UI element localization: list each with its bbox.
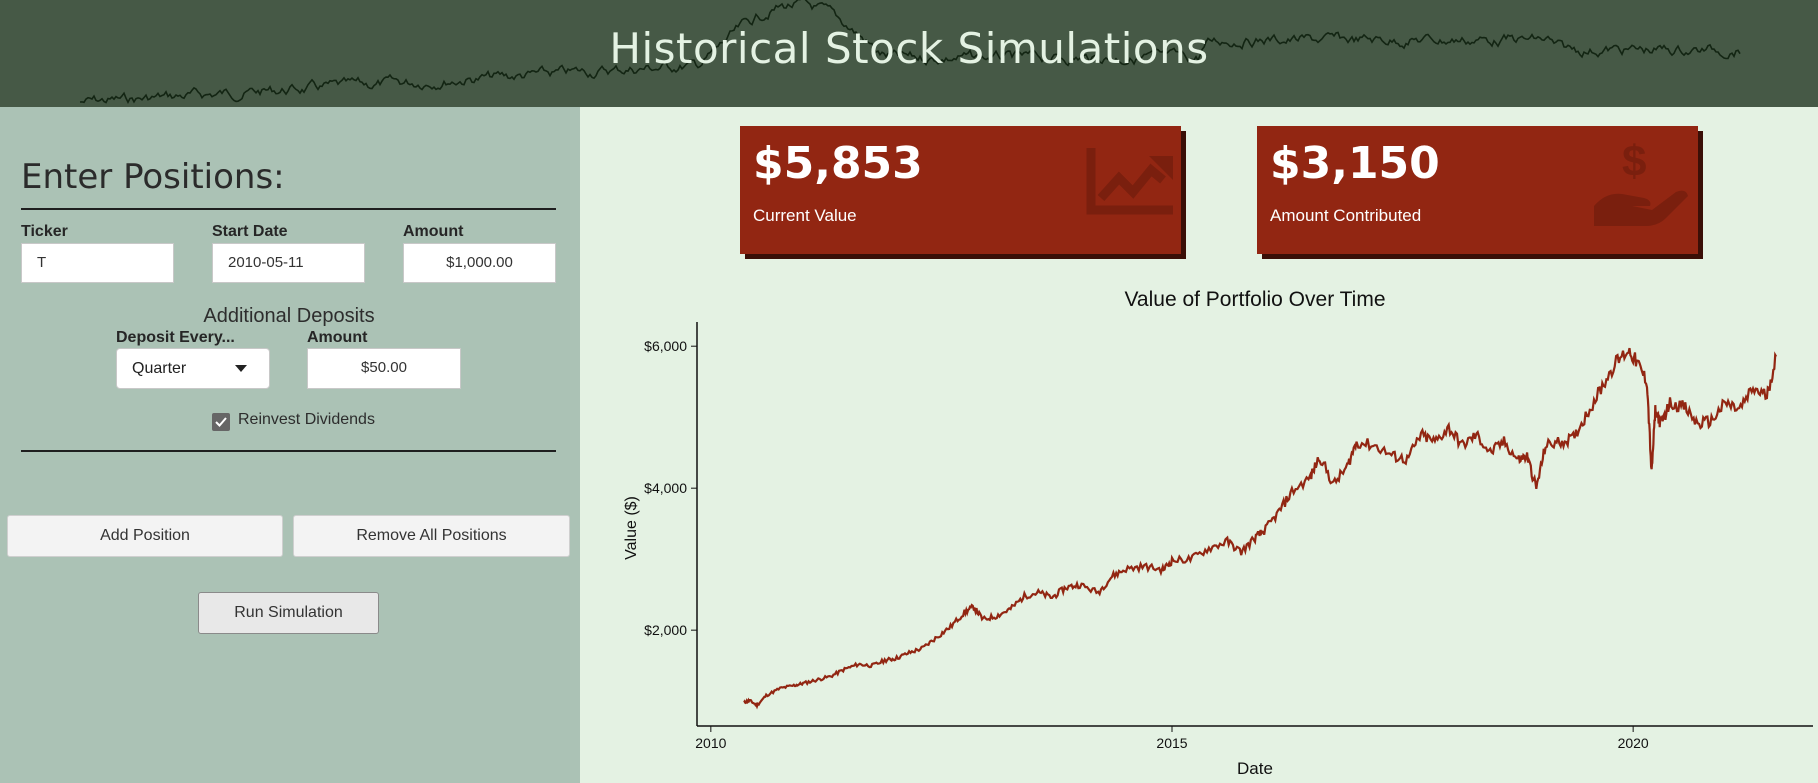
hand-holding-dollar-icon: $ — [1594, 137, 1688, 226]
portfolio-value-line — [743, 347, 1778, 710]
portfolio-value-chart: Value of Portfolio Over Time Value ($) D… — [623, 288, 1813, 778]
divider — [21, 450, 556, 452]
section-title: Enter Positions: — [21, 157, 285, 197]
start-date-input[interactable]: 2010-05-11 — [212, 243, 365, 283]
amount-contributed-value: $3,150 — [1270, 138, 1440, 189]
deposit-amount-input[interactable]: $50.00 — [307, 348, 461, 389]
y-axis-label: Value ($) — [623, 496, 640, 560]
chart-ticks: 2010 2015 2020 $2,000 $4,000 $6,000 — [644, 338, 1649, 751]
reinvest-dividends-label: Reinvest Dividends — [238, 411, 375, 428]
x-tick-label: 2020 — [1618, 735, 1649, 751]
deposit-frequency-label: Deposit Every... — [116, 329, 235, 346]
current-value-label: Current Value — [753, 206, 857, 225]
positions-sidebar: Enter Positions: Ticker T Start Date 201… — [0, 107, 580, 783]
x-axis-label: Date — [1237, 759, 1273, 778]
chevron-down-icon — [235, 365, 247, 372]
current-value: $5,853 — [753, 138, 923, 189]
x-tick-label: 2010 — [695, 735, 726, 751]
app-title: Historical Stock Simulations — [609, 24, 1209, 73]
current-value-box: $5,853 Current Value — [740, 126, 1181, 254]
remove-all-positions-button[interactable]: Remove All Positions — [293, 515, 570, 557]
y-tick-label: $2,000 — [644, 622, 687, 638]
chart-line-icon — [1086, 148, 1173, 215]
chart-title: Value of Portfolio Over Time — [1124, 288, 1385, 311]
additional-deposits-title: Additional Deposits — [203, 305, 375, 327]
deposit-frequency-select[interactable]: Quarter — [116, 348, 270, 389]
run-simulation-button[interactable]: Run Simulation — [198, 592, 379, 634]
deposit-amount-label: Amount — [307, 329, 368, 346]
amount-label: Amount — [403, 223, 464, 240]
reinvest-dividends-checkbox[interactable] — [212, 413, 230, 431]
divider — [21, 208, 556, 210]
amount-input[interactable]: $1,000.00 — [403, 243, 556, 283]
app-header: Historical Stock Simulations — [0, 0, 1818, 107]
deposit-frequency-value: Quarter — [132, 360, 187, 377]
amount-contributed-box: $3,150 Amount Contributed $ — [1257, 126, 1698, 254]
y-tick-label: $4,000 — [644, 480, 687, 496]
y-tick-label: $6,000 — [644, 338, 687, 354]
add-position-button[interactable]: Add Position — [7, 515, 283, 557]
ticker-label: Ticker — [21, 223, 68, 240]
start-date-label: Start Date — [212, 223, 288, 240]
amount-contributed-label: Amount Contributed — [1270, 206, 1422, 225]
x-tick-label: 2015 — [1156, 735, 1187, 751]
ticker-input[interactable]: T — [21, 243, 174, 283]
checkmark-icon — [215, 417, 227, 427]
svg-text:$: $ — [1622, 137, 1646, 186]
